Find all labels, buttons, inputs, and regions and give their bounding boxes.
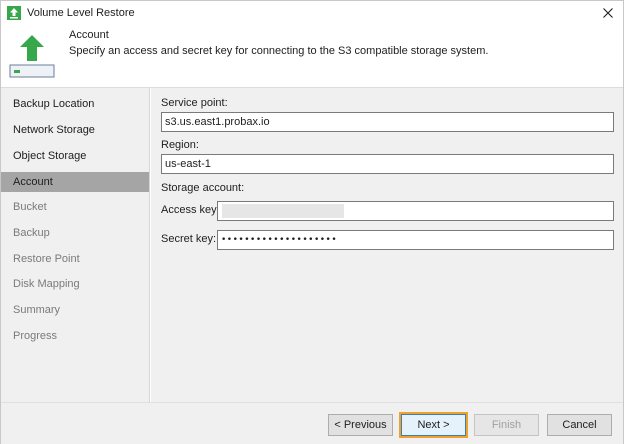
step-network-storage[interactable]: Network Storage [1, 120, 149, 140]
service-point-label: Service point: [161, 97, 228, 109]
region-input[interactable]: us-east-1 [161, 154, 614, 174]
wizard-footer: < Previous Next > Finish Cancel [1, 402, 623, 444]
step-summary: Summary [13, 304, 61, 316]
service-point-input[interactable]: s3.us.east1.probax.io [161, 112, 614, 132]
step-progress: Progress [13, 330, 58, 342]
region-label: Region: [161, 139, 199, 151]
cancel-button[interactable]: Cancel [547, 414, 612, 436]
step-backup: Backup [13, 227, 50, 239]
next-button[interactable]: Next > [401, 414, 466, 436]
redacted-access-key [222, 204, 344, 218]
access-key-label: Access key: [161, 204, 220, 216]
step-backup-location[interactable]: Backup Location [1, 94, 149, 114]
close-icon [603, 8, 613, 18]
step-bucket: Bucket [13, 201, 47, 213]
step-object-storage[interactable]: Object Storage [1, 146, 149, 166]
step-description: Specify an access and secret key for con… [69, 45, 489, 57]
previous-button[interactable]: < Previous [328, 414, 393, 436]
storage-account-label: Storage account: [161, 182, 245, 194]
window-title: Volume Level Restore [27, 7, 135, 19]
step-account[interactable]: Account [1, 172, 149, 192]
wizard-steps: Backup Location Network Storage Object S… [1, 88, 150, 402]
step-restore-point: Restore Point [13, 253, 80, 265]
wizard-header: Account Specify an access and secret key… [1, 25, 623, 81]
close-button[interactable] [597, 3, 619, 23]
secret-key-input[interactable]: •••••••••••••••••••• [217, 230, 614, 250]
upload-arrow-icon [9, 35, 55, 78]
step-disk-mapping: Disk Mapping [13, 278, 80, 290]
title-bar: Volume Level Restore [1, 1, 623, 25]
access-key-input[interactable] [217, 201, 614, 221]
secret-key-label: Secret key: [161, 233, 217, 245]
step-title: Account [69, 29, 109, 41]
app-icon [7, 6, 21, 20]
account-form: Service point: s3.us.east1.probax.io Reg… [151, 88, 623, 402]
wizard-window: Volume Level Restore Account Specify an … [0, 0, 624, 444]
finish-button[interactable]: Finish [474, 414, 539, 436]
